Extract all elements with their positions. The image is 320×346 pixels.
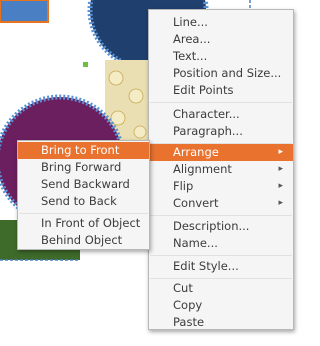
- menu-item-line[interactable]: Line...: [149, 14, 293, 31]
- menu-separator: [19, 213, 148, 214]
- submenu-arrow-icon: ▸: [278, 181, 283, 191]
- menu-item-edit-points[interactable]: Edit Points: [149, 82, 293, 99]
- menu-item-label: Send Backward: [41, 177, 130, 191]
- blue-rectangle-shape[interactable]: [0, 0, 49, 23]
- menu-item-label: Bring to Front: [41, 143, 120, 157]
- submenu-item-bring-forward[interactable]: Bring Forward: [18, 159, 149, 176]
- menu-item-cut[interactable]: Cut: [149, 280, 293, 297]
- submenu-arrow-icon: ▸: [278, 164, 283, 174]
- menu-item-character[interactable]: Character...: [149, 106, 293, 123]
- menu-item-label: Position and Size...: [173, 66, 282, 80]
- menu-item-edit-style[interactable]: Edit Style...: [149, 258, 293, 275]
- menu-item-copy[interactable]: Copy: [149, 297, 293, 314]
- menu-separator: [150, 255, 292, 256]
- menu-separator: [150, 278, 292, 279]
- menu-item-paste[interactable]: Paste: [149, 314, 293, 331]
- menu-item-label: Paragraph...: [173, 124, 243, 138]
- menu-item-label: Copy: [173, 298, 203, 312]
- menu-item-label: Line...: [173, 15, 208, 29]
- menu-item-label: In Front of Object: [41, 216, 141, 230]
- menu-item-paragraph[interactable]: Paragraph...: [149, 123, 293, 140]
- menu-item-area[interactable]: Area...: [149, 31, 293, 48]
- submenu-arrow-icon: ▸: [278, 147, 283, 157]
- menu-item-text[interactable]: Text...: [149, 48, 293, 65]
- context-menu: Line... Area... Text... Position and Siz…: [148, 9, 294, 330]
- menu-item-label: Name...: [173, 236, 218, 250]
- menu-item-label: Paste: [173, 315, 205, 329]
- menu-item-description[interactable]: Description...: [149, 218, 293, 235]
- submenu-item-in-front-of-object[interactable]: In Front of Object: [18, 215, 149, 232]
- menu-item-flip[interactable]: Flip ▸: [149, 178, 293, 195]
- submenu-item-behind-object[interactable]: Behind Object: [18, 232, 149, 249]
- menu-item-label: Text...: [173, 49, 208, 63]
- submenu-item-send-backward[interactable]: Send Backward: [18, 176, 149, 193]
- menu-item-name[interactable]: Name...: [149, 235, 293, 252]
- menu-item-alignment[interactable]: Alignment ▸: [149, 161, 293, 178]
- menu-item-label: Bring Forward: [41, 160, 122, 174]
- submenu-arrow-icon: ▸: [278, 198, 283, 208]
- menu-item-label: Convert: [173, 196, 219, 210]
- menu-item-label: Alignment: [173, 162, 232, 176]
- selection-handle[interactable]: [83, 62, 88, 67]
- menu-item-label: Flip: [173, 179, 194, 193]
- arrange-submenu: Bring to Front Bring Forward Send Backwa…: [17, 140, 150, 250]
- menu-item-label: Edit Points: [173, 83, 234, 97]
- menu-item-label: Area...: [173, 32, 211, 46]
- menu-separator: [150, 215, 292, 216]
- menu-separator: [150, 102, 292, 103]
- menu-item-label: Arrange: [173, 145, 219, 159]
- submenu-item-send-to-back[interactable]: Send to Back: [18, 193, 149, 210]
- menu-item-label: Character...: [173, 107, 240, 121]
- menu-item-label: Edit Style...: [173, 259, 239, 273]
- menu-item-label: Behind Object: [41, 233, 123, 247]
- menu-item-label: Send to Back: [41, 194, 117, 208]
- menu-item-label: Cut: [173, 281, 193, 295]
- submenu-item-bring-to-front[interactable]: Bring to Front: [18, 142, 149, 159]
- menu-item-convert[interactable]: Convert ▸: [149, 195, 293, 212]
- menu-item-label: Description...: [173, 219, 250, 233]
- menu-item-arrange[interactable]: Arrange ▸: [149, 144, 293, 161]
- menu-item-position-and-size[interactable]: Position and Size...: [149, 65, 293, 82]
